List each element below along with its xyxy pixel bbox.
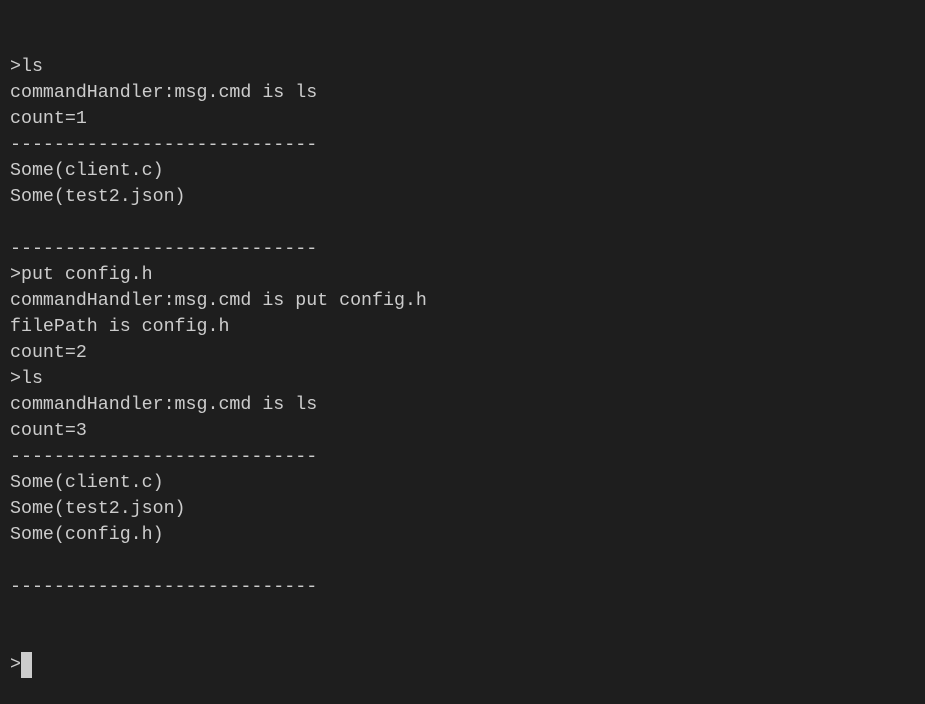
cursor [20,652,32,678]
terminal-input-line[interactable]: > [10,652,427,678]
terminal-line: >ls [10,369,43,389]
terminal-line: Some(test2.json) [10,187,186,207]
terminal-line: ---------------------------- [10,577,318,597]
terminal-line: count=2 [10,343,87,363]
terminal-line: Some(client.c) [10,161,164,181]
terminal-line: Some(client.c) [10,473,164,493]
prompt: > [10,655,21,675]
terminal-line: commandHandler:msg.cmd is put config.h [10,291,427,311]
terminal-line: ---------------------------- [10,447,318,467]
terminal-line: ---------------------------- [10,239,318,259]
terminal-line: count=1 [10,109,87,129]
terminal-line: commandHandler:msg.cmd is ls [10,395,318,415]
terminal-line: filePath is config.h [10,317,230,337]
terminal-line: count=3 [10,421,87,441]
terminal-line: Some(config.h) [10,525,164,545]
terminal-line: Some(test2.json) [10,499,186,519]
terminal-line: commandHandler:msg.cmd is ls [10,83,318,103]
terminal-output: >ls commandHandler:msg.cmd is ls count=1 --… [10,2,427,704]
terminal-line: ---------------------------- [10,135,318,155]
terminal-line: >put config.h [10,265,153,285]
terminal-line: >ls [10,57,43,77]
